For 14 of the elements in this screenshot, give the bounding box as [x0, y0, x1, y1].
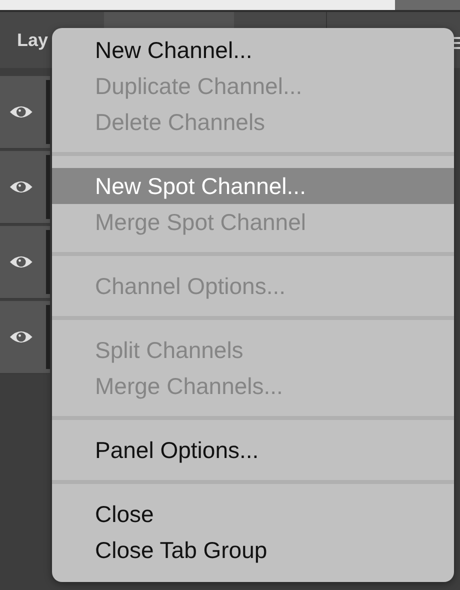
layer-thumbnail: [46, 305, 50, 369]
layer-thumbnail: [46, 230, 50, 294]
menu-item[interactable]: Close: [52, 496, 454, 532]
menu-item[interactable]: New Channel...: [52, 32, 454, 68]
eye-icon[interactable]: [9, 254, 34, 270]
menu-item[interactable]: New Spot Channel...: [52, 168, 454, 204]
menu-item[interactable]: Close Tab Group: [52, 532, 454, 568]
window-edge: [395, 0, 460, 10]
eye-icon[interactable]: [9, 329, 34, 345]
eye-icon[interactable]: [9, 179, 34, 195]
layer-thumbnail: [46, 80, 50, 144]
menu-item[interactable]: Panel Options...: [52, 432, 454, 468]
layer-thumbnail: [46, 155, 50, 219]
eye-icon[interactable]: [9, 104, 34, 120]
